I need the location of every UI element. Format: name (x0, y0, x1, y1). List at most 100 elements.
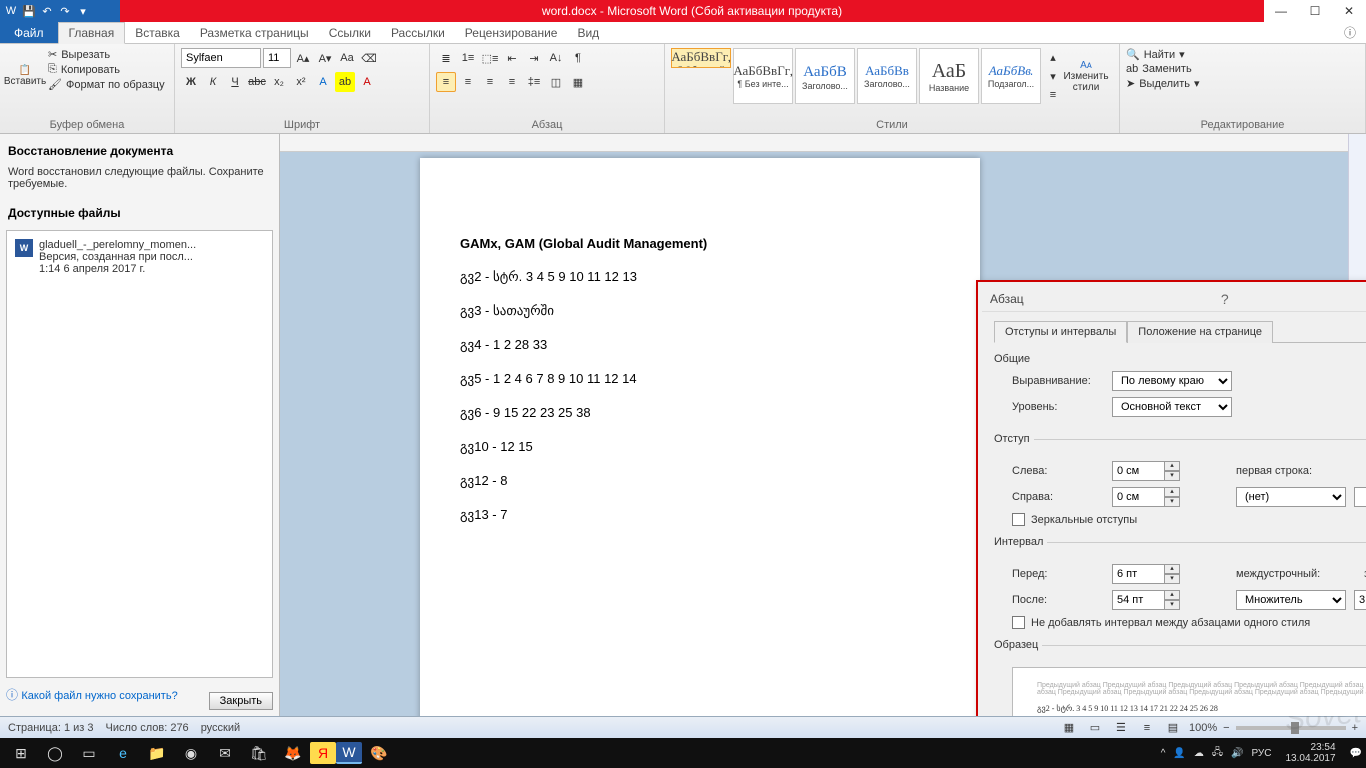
copy-button[interactable]: ⎘Копировать (48, 63, 165, 76)
tray-network-icon[interactable]: 🖧 (1212, 745, 1223, 762)
tab-references[interactable]: Ссылки (319, 22, 381, 43)
line-spacing-icon[interactable]: ‡≡ (524, 72, 544, 92)
status-words[interactable]: Число слов: 276 (106, 722, 189, 734)
text-effects-icon[interactable]: A (313, 72, 333, 92)
paste-button[interactable]: 📋 Вставить (6, 48, 44, 104)
view-outline-icon[interactable]: ≡ (1137, 718, 1157, 738)
recovery-close-button[interactable]: Закрыть (209, 692, 273, 710)
borders-icon[interactable]: ▦ (568, 72, 588, 92)
style-heading2[interactable]: АаБбВвЗаголово... (857, 48, 917, 104)
indent-left-spinner[interactable]: ▴▾ (1112, 461, 1180, 481)
view-print-layout-icon[interactable]: ▦ (1059, 718, 1079, 738)
spacing-before-spinner[interactable]: ▴▾ (1112, 564, 1180, 584)
style-heading1[interactable]: АаБбВЗаголово... (795, 48, 855, 104)
align-left-icon[interactable]: ≡ (436, 72, 456, 92)
tray-volume-icon[interactable]: 🔊 (1231, 748, 1243, 759)
tab-insert[interactable]: Вставка (125, 22, 190, 43)
start-button[interactable]: ⊞ (4, 740, 38, 766)
spin-down-icon[interactable]: ▾ (1164, 497, 1180, 507)
task-view-icon[interactable]: ▭ (72, 740, 106, 766)
superscript-button[interactable]: x² (291, 72, 311, 92)
close-button[interactable]: ✕ (1332, 0, 1366, 22)
style-subtitle[interactable]: АаБбВв.Подзагол... (981, 48, 1041, 104)
shrink-font-icon[interactable]: A▾ (315, 48, 335, 68)
spin-up-icon[interactable]: ▴ (1164, 487, 1180, 497)
view-web-icon[interactable]: ☰ (1111, 718, 1131, 738)
style-no-spacing[interactable]: АаБбВвГг,¶ Без инте... (733, 48, 793, 104)
yandex-icon[interactable]: Я (310, 742, 336, 764)
dialog-help-button[interactable]: ? (1215, 291, 1235, 307)
view-read-icon[interactable]: ▭ (1085, 718, 1105, 738)
word-taskbar-icon[interactable]: W (336, 742, 362, 764)
tray-clock[interactable]: 23:54 13.04.2017 (1279, 742, 1341, 764)
dialog-tab-position[interactable]: Положение на странице (1127, 321, 1273, 343)
no-space-same-style-checkbox[interactable]: Не добавлять интервал между абзацами одн… (1012, 616, 1366, 629)
align-center-icon[interactable]: ≡ (458, 72, 478, 92)
qat-customize-icon[interactable]: ▾ (74, 2, 92, 20)
clear-format-icon[interactable]: ⌫ (359, 48, 379, 68)
numbering-icon[interactable]: 1≡ (458, 48, 478, 68)
format-painter-button[interactable]: 🖌Формат по образцу (48, 78, 165, 91)
tray-notifications-icon[interactable]: 💬 (1350, 748, 1362, 759)
spin-down-icon[interactable]: ▾ (1164, 471, 1180, 481)
dialog-tab-indents[interactable]: Отступы и интервалы (994, 321, 1127, 343)
strike-button[interactable]: abc (247, 72, 267, 92)
styles-scroll-up-icon[interactable]: ▴ (1043, 48, 1063, 66)
edge-icon[interactable]: e (106, 740, 140, 766)
save-icon[interactable]: 💾 (20, 2, 38, 20)
shading-icon[interactable]: ◫ (546, 72, 566, 92)
minimize-button[interactable]: — (1264, 0, 1298, 22)
ribbon-help-icon[interactable]: ⓘ (1334, 22, 1366, 43)
tab-layout[interactable]: Разметка страницы (190, 22, 319, 43)
styles-scroll-down-icon[interactable]: ▾ (1043, 67, 1063, 85)
tray-cloud-icon[interactable]: ☁ (1194, 748, 1204, 759)
font-name-input[interactable] (181, 48, 261, 68)
zoom-in-button[interactable]: + (1352, 722, 1358, 734)
align-right-icon[interactable]: ≡ (480, 72, 500, 92)
spacing-after-spinner[interactable]: ▴▾ (1112, 590, 1180, 610)
zoom-out-button[interactable]: − (1223, 722, 1229, 734)
highlight-icon[interactable]: ab (335, 72, 355, 92)
sort-icon[interactable]: A↓ (546, 48, 566, 68)
find-button[interactable]: 🔍Найти ▾ (1126, 48, 1359, 61)
outline-level-select[interactable]: Основной текст (1112, 397, 1232, 417)
spin-down-icon[interactable]: ▾ (1164, 600, 1180, 610)
subscript-button[interactable]: x₂ (269, 72, 289, 92)
tab-mailings[interactable]: Рассылки (381, 22, 455, 43)
chrome-icon[interactable]: ◉ (174, 740, 208, 766)
spin-down-icon[interactable]: ▾ (1164, 574, 1180, 584)
outdent-icon[interactable]: ⇤ (502, 48, 522, 68)
indent-icon[interactable]: ⇥ (524, 48, 544, 68)
maximize-button[interactable]: ☐ (1298, 0, 1332, 22)
replace-button[interactable]: abЗаменить (1126, 63, 1359, 75)
bold-button[interactable]: Ж (181, 72, 201, 92)
indent-right-spinner[interactable]: ▴▾ (1112, 487, 1180, 507)
mail-icon[interactable]: ✉ (208, 740, 242, 766)
tab-view[interactable]: Вид (567, 22, 609, 43)
justify-icon[interactable]: ≡ (502, 72, 522, 92)
recovered-file-item[interactable]: W gladuell_-_perelomny_momen... Версия, … (11, 235, 268, 279)
paint-icon[interactable]: 🎨 (362, 740, 396, 766)
recovery-question-link[interactable]: Какой файл нужно сохранить? (21, 690, 177, 702)
recovery-file-list[interactable]: W gladuell_-_perelomny_momen... Версия, … (6, 230, 273, 678)
status-language[interactable]: русский (201, 722, 240, 734)
italic-button[interactable]: К (203, 72, 223, 92)
pilcrow-icon[interactable]: ¶ (568, 48, 588, 68)
store-icon[interactable]: 🛍 (242, 740, 276, 766)
font-size-input[interactable] (263, 48, 291, 68)
style-normal[interactable]: АаБбВвГг,¶ Обычный (671, 48, 731, 68)
change-styles-button[interactable]: Aᴀ Изменить стили (1061, 48, 1111, 104)
tab-home[interactable]: Главная (58, 22, 126, 44)
first-line-select[interactable]: (нет) (1236, 487, 1346, 507)
first-line-by-spinner[interactable]: ▴▾ (1354, 487, 1366, 507)
explorer-icon[interactable]: 📁 (140, 740, 174, 766)
font-color-icon[interactable]: A (357, 72, 377, 92)
tray-language[interactable]: РУС (1251, 748, 1271, 759)
undo-icon[interactable]: ↶ (38, 2, 56, 20)
tray-people-icon[interactable]: 👤 (1173, 748, 1185, 759)
view-draft-icon[interactable]: ▤ (1163, 718, 1183, 738)
cut-button[interactable]: ✂Вырезать (48, 48, 165, 61)
firefox-icon[interactable]: 🦊 (276, 740, 310, 766)
tab-file[interactable]: Файл (0, 22, 58, 43)
spin-up-icon[interactable]: ▴ (1164, 564, 1180, 574)
